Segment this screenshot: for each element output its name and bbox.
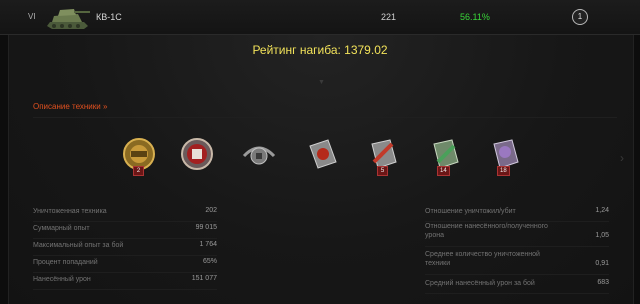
achievement-count-badge: 14 bbox=[437, 166, 450, 176]
stat-label: Отношение уничтожил/убит bbox=[425, 208, 516, 215]
stat-value: 1 764 bbox=[199, 241, 217, 248]
stat-value: 1,05 bbox=[595, 232, 609, 239]
stat-row: Средний нанесённый урон за бой 683 bbox=[425, 277, 609, 294]
win-rate: 56.11% bbox=[460, 12, 490, 22]
vehicle-name: КВ-1С bbox=[96, 12, 122, 22]
rating-text: Рейтинг нагиба: 1379.02 bbox=[252, 43, 388, 57]
achievement-count-badge: 2 bbox=[133, 166, 144, 176]
stat-row: Процент попаданий 65% bbox=[33, 256, 217, 273]
stat-label: Процент попаданий bbox=[33, 259, 98, 266]
stat-row: Нанесённый урон 151 077 bbox=[33, 273, 217, 290]
heavy-tank-icon bbox=[47, 9, 90, 29]
stat-value: 65% bbox=[202, 258, 217, 265]
vehicle-tier: VI bbox=[28, 12, 36, 21]
stat-value: 0,91 bbox=[595, 260, 609, 267]
stat-row: Отношение нанесённого/полученного урона … bbox=[425, 220, 609, 247]
stat-label: Средний нанесённый урон за бой bbox=[425, 280, 535, 287]
stat-label: Отношение нанесённого/полученного урона bbox=[425, 223, 548, 239]
stat-value: 99 015 bbox=[195, 224, 217, 231]
stat-label: Уничтоженная техника bbox=[33, 208, 107, 215]
mastery-medal-icon[interactable] bbox=[238, 134, 280, 180]
stat-value: 1,24 bbox=[595, 207, 609, 214]
steel-wall-medal-icon[interactable] bbox=[176, 134, 218, 180]
stat-row: Среднее количество уничтоженной техники … bbox=[425, 248, 609, 275]
chevron-right-icon[interactable]: › bbox=[620, 151, 624, 165]
stat-value: 151 077 bbox=[191, 275, 217, 282]
collapse-arrow-icon[interactable]: ▼ bbox=[318, 79, 325, 86]
stat-value: 683 bbox=[597, 279, 609, 286]
section-divider bbox=[33, 117, 617, 118]
stat-label: Максимальный опыт за бой bbox=[33, 242, 124, 249]
achievement-count-badge: 18 bbox=[497, 166, 510, 176]
battles-count: 221 bbox=[381, 12, 397, 22]
stat-row: Максимальный опыт за бой 1 764 bbox=[33, 239, 217, 256]
stat-label: Нанесённый урон bbox=[33, 276, 91, 283]
stat-row: Уничтоженная техника 202 bbox=[33, 205, 217, 222]
cards-medal-icon[interactable] bbox=[302, 134, 344, 180]
stat-value: 202 bbox=[205, 207, 217, 214]
mastery-badge-icon: 1 bbox=[572, 9, 588, 25]
stat-label: Суммарный опыт bbox=[33, 225, 90, 232]
vehicle-row[interactable]: VI КВ-1С 221 56.11% 1 bbox=[0, 0, 640, 35]
stat-row: Суммарный опыт 99 015 bbox=[33, 222, 217, 239]
achievement-count-badge: 5 bbox=[377, 166, 388, 176]
stat-label: Среднее количество уничтоженной техники bbox=[425, 251, 540, 267]
vehicle-description-link[interactable]: Описание техники » bbox=[33, 102, 107, 111]
